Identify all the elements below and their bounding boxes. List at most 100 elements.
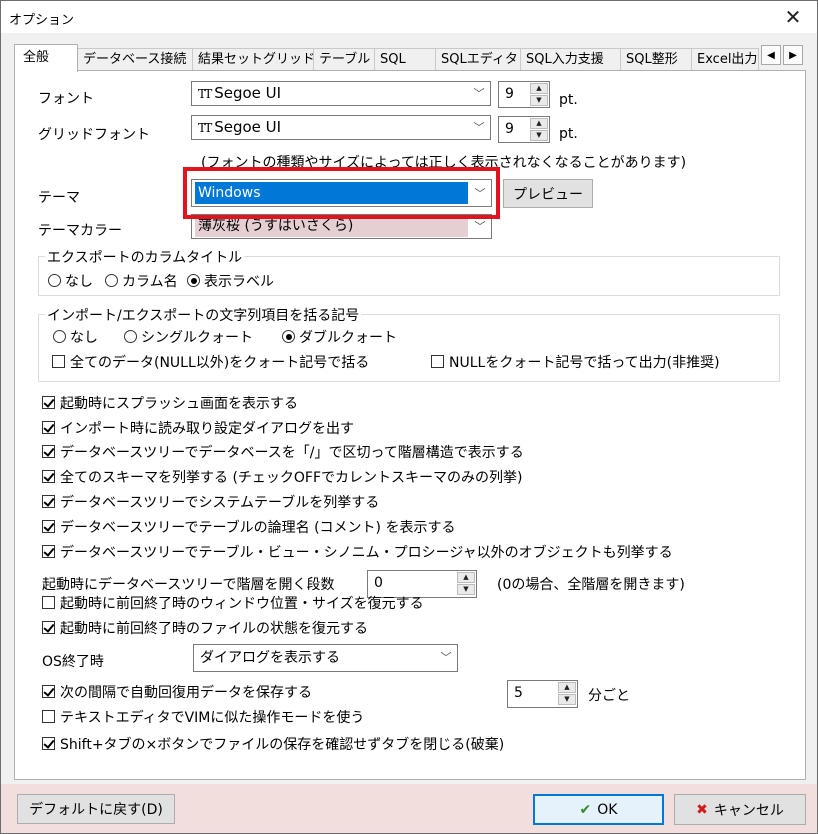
- checkbox-label: 起動時に前回終了時のファイルの状態を復元する: [60, 621, 368, 637]
- restore-defaults-label: デフォルトに戻す(D): [29, 802, 163, 818]
- spin-up-icon[interactable]: ▲: [558, 682, 576, 693]
- checkbox-label: 全てのスキーマを列挙する (チェックOFFでカレントスキーマのみの列挙): [60, 470, 523, 486]
- tree-depth-note: (0の場合、全階層を開きます): [497, 577, 685, 593]
- tab-sql[interactable]: SQL: [374, 48, 436, 72]
- tab-sql-assist[interactable]: SQL入力支援: [520, 48, 621, 72]
- checkbox-checked-icon: [42, 421, 55, 434]
- cancel-label: キャンセル: [713, 802, 784, 819]
- spin-down-icon[interactable]: ▼: [530, 95, 548, 106]
- os-exit-label: OS終了時: [42, 654, 104, 670]
- checkbox-checked-icon: [42, 545, 55, 558]
- checkbox-checked-icon: [42, 737, 55, 750]
- checkbox-checked-icon: [42, 495, 55, 508]
- tree-depth-value: 0: [374, 575, 383, 591]
- checkbox-icon: [52, 355, 65, 368]
- theme-color-value: 薄灰桜 (うすはいさくら): [195, 216, 468, 237]
- vim-mode-checkbox[interactable]: テキストエディタでVIMに似た操作モードを使う: [42, 709, 364, 729]
- checkbox-checked-icon: [42, 470, 55, 483]
- tab-db-connection[interactable]: データベース接続: [77, 48, 193, 72]
- spin-down-icon[interactable]: ▼: [530, 130, 548, 141]
- restore-window-checkbox[interactable]: 起動時に前回終了時のウィンドウ位置・サイズを復元する: [42, 595, 424, 615]
- tab-label: 結果セットグリッド: [198, 52, 314, 67]
- import-dialog-checkbox[interactable]: インポート時に読み取り設定ダイアログを出す: [42, 420, 354, 440]
- quote-null-checkbox[interactable]: NULLをクォート記号で括って出力(非推奨): [431, 354, 720, 374]
- tab-table[interactable]: テーブル: [313, 48, 375, 72]
- grid-font-size-stepper[interactable]: 9 ▲ ▼: [498, 116, 550, 143]
- quote-legend: インポート/エクスポートの文字列項目を括る記号: [45, 305, 362, 325]
- quote-none-radio[interactable]: なし: [53, 329, 98, 349]
- radio-selected-icon: [187, 274, 200, 287]
- checkbox-label: テキストエディタでVIMに似た操作モードを使う: [60, 710, 365, 726]
- quote-double-radio[interactable]: ダブルクォート: [282, 329, 397, 349]
- logical-names-checkbox[interactable]: データベースツリーでテーブルの論理名 (コメント) を表示する: [42, 519, 455, 539]
- tab-scroll-right-button[interactable]: ▶: [783, 45, 803, 65]
- grid-font-size-unit: pt.: [559, 126, 578, 142]
- tab-label: SQLエディタ: [441, 52, 518, 67]
- splash-checkbox[interactable]: 起動時にスプラッシュ画面を表示する: [42, 395, 298, 415]
- checkbox-checked-icon: [42, 396, 55, 409]
- tab-excel-output[interactable]: Excel出力: [691, 48, 759, 72]
- ok-label: OK: [597, 801, 618, 818]
- spin-down-icon[interactable]: ▼: [558, 694, 576, 705]
- spin-up-icon[interactable]: ▲: [530, 83, 548, 94]
- tab-label: Excel出力: [697, 52, 758, 67]
- export-title-column-radio[interactable]: カラム名: [105, 273, 178, 293]
- spin-down-icon[interactable]: ▼: [457, 584, 475, 595]
- os-exit-select[interactable]: ダイアログを表示する ﹀: [193, 644, 458, 672]
- restore-files-checkbox[interactable]: 起動時に前回終了時のファイルの状態を復元する: [42, 620, 368, 640]
- tab-sql-format[interactable]: SQL整形: [620, 48, 692, 72]
- radio-label: なし: [65, 274, 93, 290]
- radio-icon: [48, 274, 61, 287]
- quote-single-radio[interactable]: シングルクォート: [124, 329, 253, 349]
- font-size-stepper[interactable]: 9 ▲ ▼: [498, 81, 550, 108]
- shift-tab-close-checkbox[interactable]: Shift+タブの×ボタンでファイルの保存を確認せずタブを閉じる(破棄): [42, 736, 504, 756]
- system-tables-checkbox[interactable]: データベースツリーでシステムテーブルを列挙する: [42, 494, 379, 514]
- spin-up-icon[interactable]: ▲: [457, 572, 475, 583]
- cross-icon: ✖: [696, 801, 708, 818]
- checkbox-label: データベースツリーでテーブル・ビュー・シノニム・プロシージャ以外のオブジェクトも…: [60, 545, 673, 561]
- tree-hierarchy-checkbox[interactable]: データベースツリーでデータベースを「/」で区切って階層構造で表示する: [42, 444, 524, 464]
- checkbox-label: データベースツリーでデータベースを「/」で区切って階層構造で表示する: [60, 445, 524, 461]
- radio-label: 表示ラベル: [204, 274, 274, 290]
- chevron-down-icon: ﹀: [473, 87, 485, 100]
- chevron-down-icon: ﹀: [440, 651, 452, 664]
- other-objects-checkbox[interactable]: データベースツリーでテーブル・ビュー・シノニム・プロシージャ以外のオブジェクトも…: [42, 544, 673, 564]
- font-size-value: 9: [505, 86, 514, 102]
- grid-font-size-value: 9: [505, 121, 514, 137]
- restore-defaults-button[interactable]: デフォルトに戻す(D): [17, 794, 175, 824]
- radio-icon: [53, 330, 66, 343]
- checkbox-checked-icon: [42, 445, 55, 458]
- checkbox-label: 全てのデータ(NULL以外)をクォート記号で括る: [70, 355, 370, 371]
- preview-button[interactable]: プレビュー: [503, 179, 593, 208]
- tab-scroll-left-button[interactable]: ◀: [761, 45, 781, 65]
- radio-label: なし: [70, 330, 98, 346]
- font-size-unit: pt.: [559, 92, 578, 108]
- autosave-checkbox[interactable]: 次の間隔で自動回復用データを保存する: [42, 684, 312, 704]
- tab-result-grid[interactable]: 結果セットグリッド: [192, 48, 314, 72]
- tab-sql-editor[interactable]: SQLエディタ: [435, 48, 521, 72]
- export-title-none-radio[interactable]: なし: [48, 273, 93, 293]
- tab-label: SQL入力支援: [526, 52, 604, 67]
- close-button[interactable]: ✕: [773, 3, 813, 31]
- radio-selected-icon: [282, 330, 295, 343]
- spin-up-icon[interactable]: ▲: [530, 118, 548, 129]
- chevron-down-icon: ﹀: [473, 121, 485, 134]
- ok-button[interactable]: ✔ OK: [533, 794, 664, 825]
- cancel-button[interactable]: ✖ キャンセル: [674, 794, 806, 825]
- autosave-interval-stepper[interactable]: 5 ▲ ▼: [507, 680, 578, 708]
- export-title-label-radio[interactable]: 表示ラベル: [187, 273, 274, 293]
- tab-label: SQL整形: [626, 52, 678, 67]
- font-label: フォント: [38, 91, 94, 107]
- font-select[interactable]: TT Segoe UI ﹀: [191, 81, 491, 106]
- tab-general[interactable]: 全般: [14, 44, 78, 72]
- tree-depth-stepper[interactable]: 0 ▲ ▼: [367, 570, 477, 598]
- tab-label: 全般: [23, 50, 50, 65]
- export-title-legend: エクスポートのカラムタイトル: [45, 247, 245, 267]
- tab-label: SQL: [380, 52, 406, 67]
- os-exit-value: ダイアログを表示する: [200, 650, 340, 666]
- all-schemas-checkbox[interactable]: 全てのスキーマを列挙する (チェックOFFでカレントスキーマのみの列挙): [42, 469, 523, 489]
- grid-font-select[interactable]: TT Segoe UI ﹀: [191, 115, 491, 140]
- checkbox-checked-icon: [42, 685, 55, 698]
- checkbox-checked-icon: [42, 621, 55, 634]
- quote-all-data-checkbox[interactable]: 全てのデータ(NULL以外)をクォート記号で括る: [52, 354, 369, 374]
